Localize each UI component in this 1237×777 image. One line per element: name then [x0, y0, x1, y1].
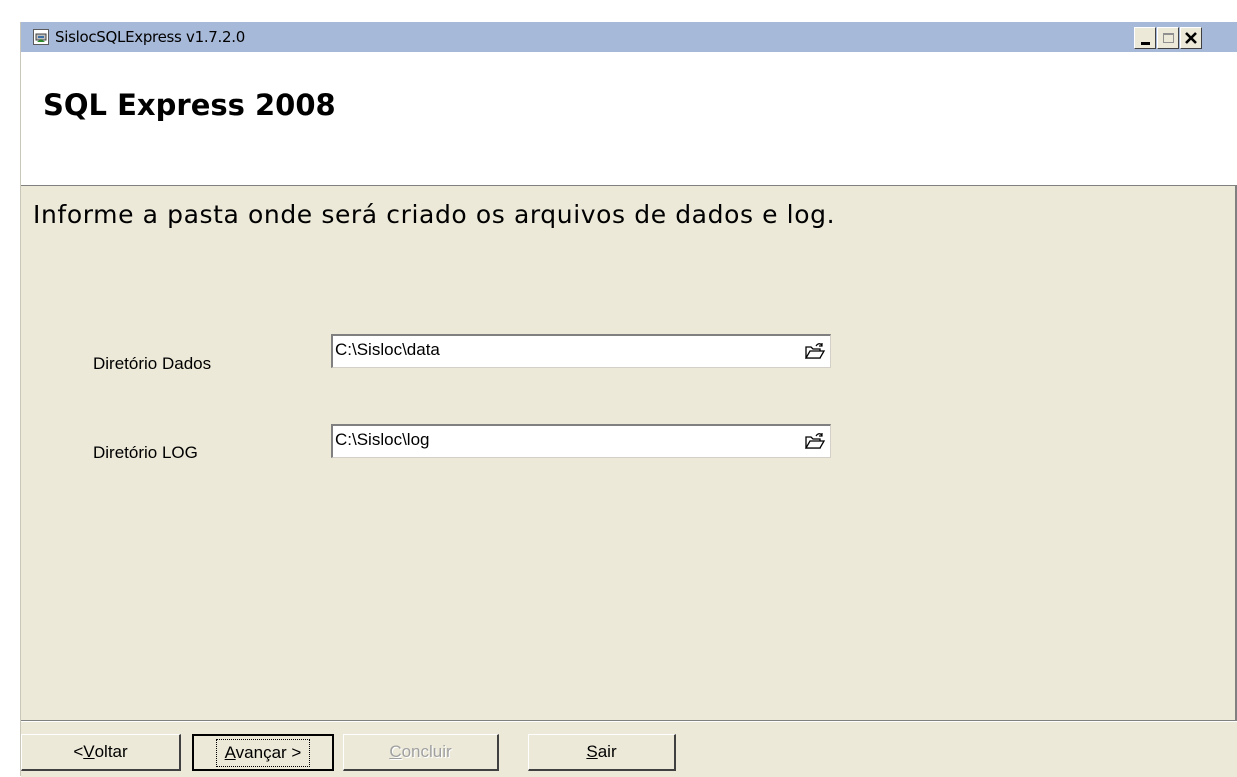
title-bar[interactable]: SislocSQLExpress v1.7.2.0: [21, 22, 1237, 52]
page-title: SQL Express 2008: [43, 88, 336, 122]
folder-open-icon: [804, 343, 826, 359]
window-title: SislocSQLExpress v1.7.2.0: [55, 28, 245, 46]
minimize-icon: [1140, 41, 1150, 45]
log-directory-label: Diretório LOG: [93, 443, 198, 462]
next-button-focus: Avançar >: [215, 738, 311, 767]
back-button[interactable]: < Voltar: [21, 734, 181, 771]
installer-app-icon: [33, 29, 49, 45]
back-button-prefix: <: [73, 742, 84, 761]
data-directory-label: Diretório Dados: [93, 354, 212, 373]
finish-button-label: oncluir: [401, 742, 452, 761]
data-directory-value: C:\Sisloc\data: [335, 340, 440, 359]
folder-open-icon: [804, 433, 826, 449]
data-directory-browse-button[interactable]: [804, 341, 826, 361]
finish-button-mnemonic: C: [389, 742, 402, 761]
exit-button-mnemonic: S: [586, 742, 598, 761]
log-directory-input[interactable]: C:\Sisloc\log: [331, 424, 831, 458]
wizard-header: SQL Express 2008: [21, 52, 1237, 186]
wizard-content: Informe a pasta onde será criado os arqu…: [21, 186, 1237, 720]
maximize-button[interactable]: [1157, 27, 1179, 49]
exit-button-label: air: [597, 742, 617, 761]
next-button-mnemonic: A: [224, 742, 236, 762]
close-button[interactable]: [1180, 27, 1202, 49]
finish-button[interactable]: Concluir: [343, 734, 499, 771]
minimize-button[interactable]: [1134, 27, 1156, 49]
maximize-icon: [1162, 33, 1174, 43]
exit-button[interactable]: Sair: [528, 734, 676, 771]
back-button-mnemonic: V: [83, 742, 95, 761]
next-button[interactable]: Avançar >: [192, 734, 334, 771]
back-button-label: oltar: [94, 742, 128, 761]
next-button-label: vançar >: [235, 742, 302, 762]
installer-window: SislocSQLExpress v1.7.2.0 SQL Express 20…: [20, 22, 1237, 777]
close-icon: [1185, 32, 1197, 44]
instruction-text: Informe a pasta onde será criado os arqu…: [33, 200, 836, 229]
wizard-footer: < Voltar Avançar > Concluir Sair: [21, 720, 1237, 777]
log-directory-browse-button[interactable]: [804, 431, 826, 451]
log-directory-value: C:\Sisloc\log: [335, 430, 430, 449]
data-directory-input[interactable]: C:\Sisloc\data: [331, 334, 831, 368]
